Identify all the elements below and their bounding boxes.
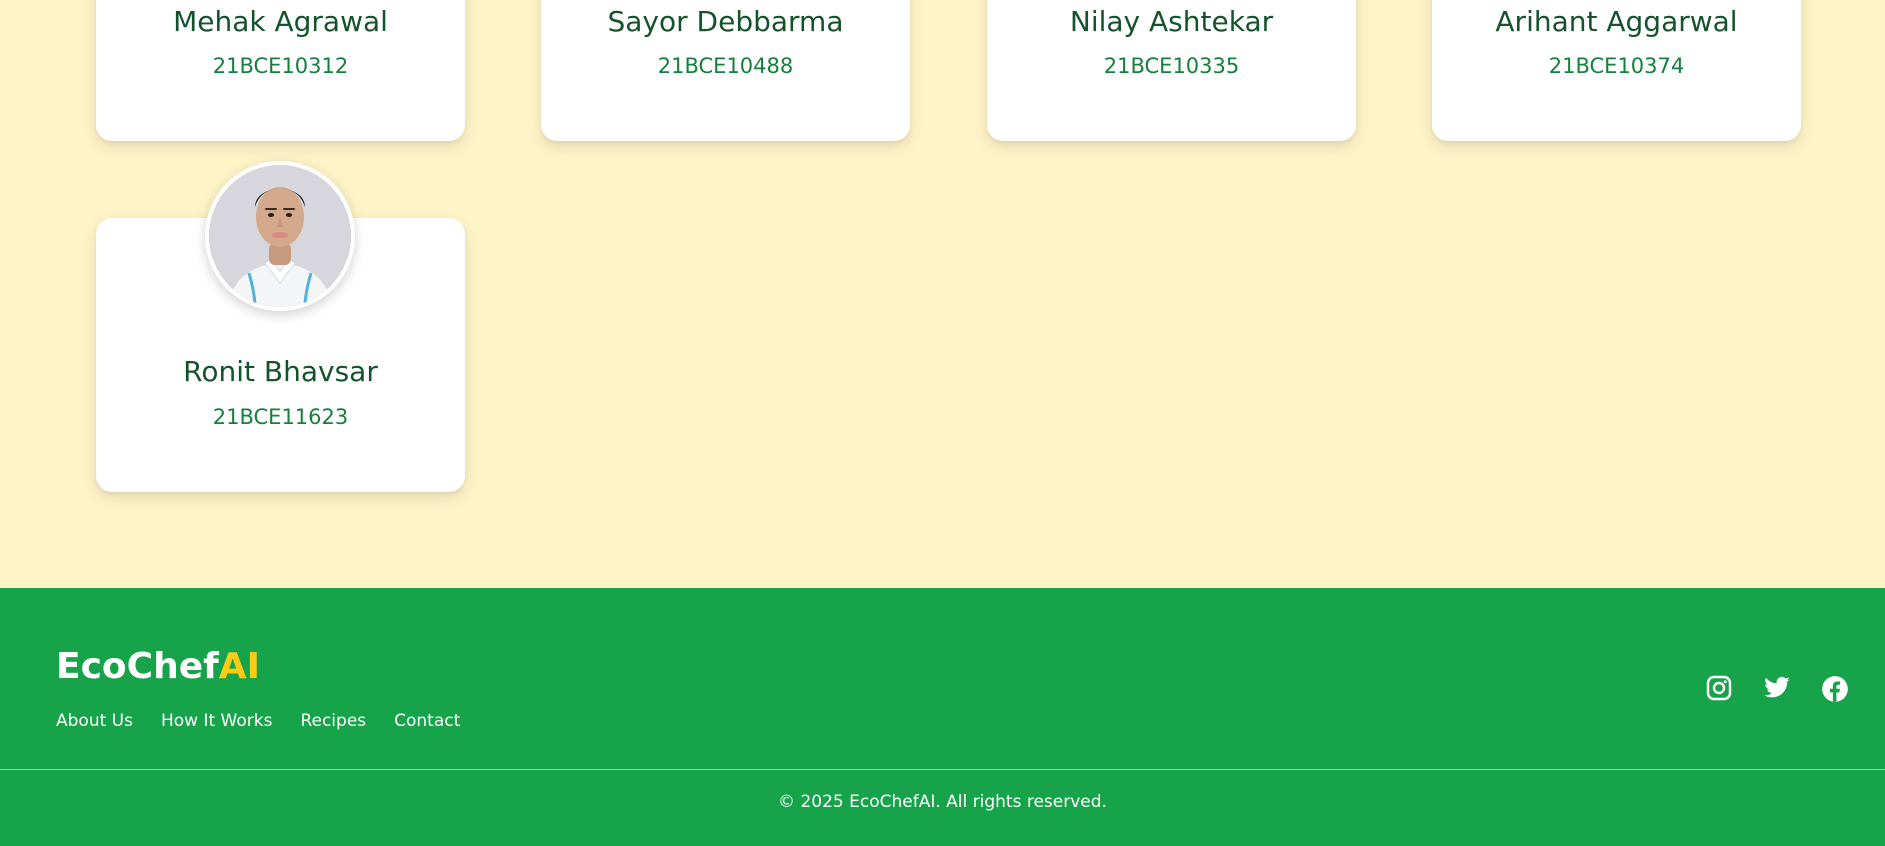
- member-id: 21BCE10312: [212, 54, 349, 78]
- team-card-mehak: Mehak Agrawal 21BCE10312: [96, 0, 465, 141]
- twitter-icon[interactable]: [1763, 674, 1791, 702]
- team-card-arihant: Arihant Aggarwal 21BCE10374: [1432, 0, 1801, 141]
- member-name: Ronit Bhavsar: [183, 355, 378, 388]
- member-name: Nilay Ashtekar: [1069, 5, 1274, 38]
- member-photo: [209, 165, 351, 307]
- brand-accent-text: AI: [218, 646, 261, 687]
- team-card-nilay: Nilay Ashtekar 21BCE10335: [987, 0, 1356, 141]
- member-id: 21BCE10488: [657, 54, 794, 78]
- member-name: Arihant Aggarwal: [1495, 5, 1738, 38]
- team-card-sayor: Sayor Debbarma 21BCE10488: [541, 0, 910, 141]
- footer-link-how-it-works[interactable]: How It Works: [161, 711, 272, 731]
- footer-link-about[interactable]: About Us: [56, 711, 133, 731]
- member-name: Mehak Agrawal: [173, 5, 388, 38]
- footer-link-recipes[interactable]: Recipes: [300, 711, 366, 731]
- instagram-icon[interactable]: [1705, 674, 1733, 702]
- footer-nav: About Us How It Works Recipes Contact: [56, 711, 460, 731]
- brand-main-text: EcoChef: [56, 646, 219, 687]
- member-id: 21BCE10335: [1103, 54, 1240, 78]
- footer-link-contact[interactable]: Contact: [394, 711, 460, 731]
- member-name: Sayor Debbarma: [607, 5, 844, 38]
- footer-divider: [0, 769, 1885, 770]
- footer-brand-logo[interactable]: EcoChefAI: [56, 646, 260, 687]
- avatar: [205, 161, 355, 311]
- site-footer: EcoChefAI About Us How It Works Recipes …: [0, 588, 1885, 846]
- facebook-icon[interactable]: [1821, 674, 1849, 702]
- member-id: 21BCE10374: [1548, 54, 1685, 78]
- social-links: [1705, 674, 1849, 702]
- member-id: 21BCE11623: [212, 405, 349, 429]
- copyright-text: © 2025 EcoChefAI. All rights reserved.: [778, 792, 1107, 812]
